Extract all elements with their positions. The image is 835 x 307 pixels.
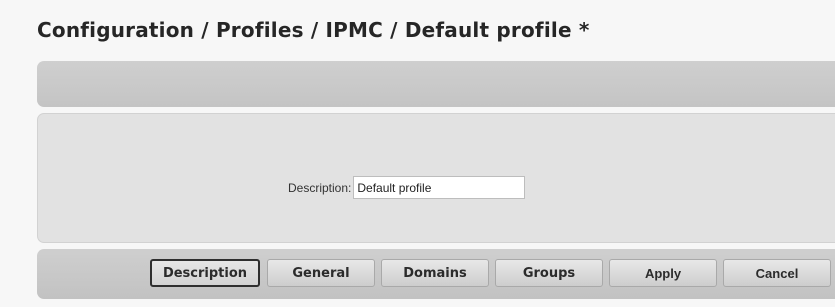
tab-description[interactable]: Description [150, 259, 260, 287]
cancel-button[interactable]: Cancel [723, 259, 831, 287]
tab-general[interactable]: General [267, 259, 375, 287]
apply-button[interactable]: Apply [609, 259, 717, 287]
page-title: Configuration / Profiles / IPMC / Defaul… [37, 18, 590, 42]
description-label: Description: [288, 180, 352, 195]
tab-groups[interactable]: Groups [495, 259, 603, 287]
description-input[interactable] [353, 176, 526, 199]
top-toolbar-bar [37, 61, 835, 107]
tab-domains[interactable]: Domains [381, 259, 489, 287]
description-form-row: Description: [288, 176, 526, 199]
